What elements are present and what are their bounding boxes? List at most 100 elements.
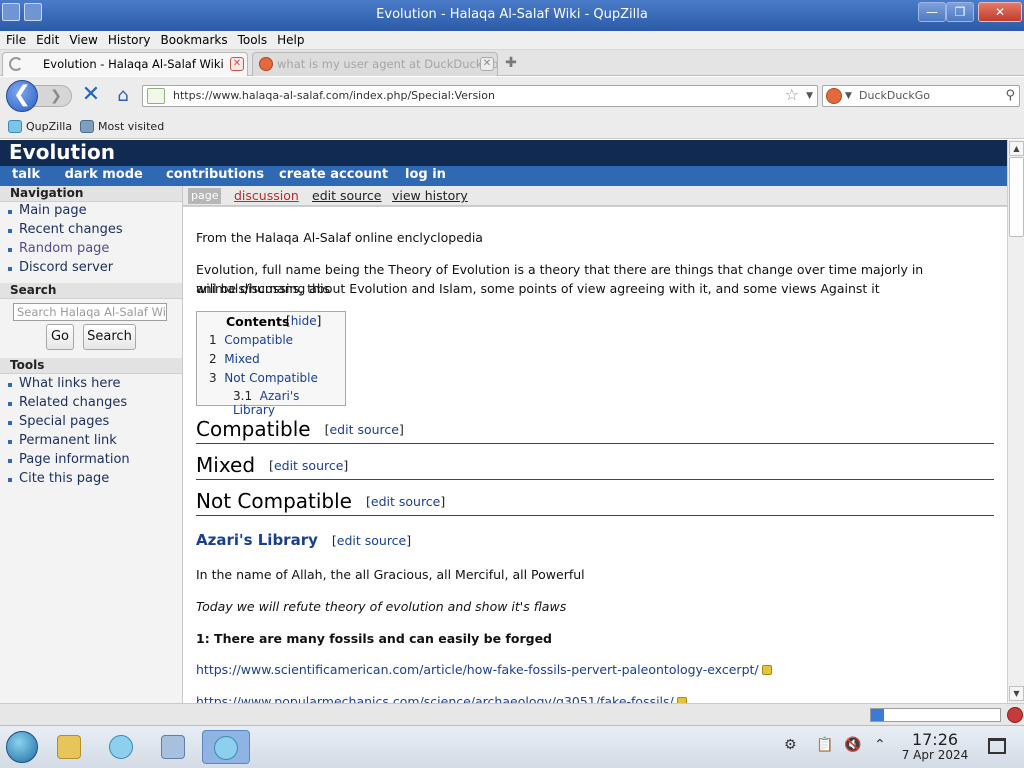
back-button[interactable]: ❮ (6, 80, 38, 112)
close-button[interactable]: ✕ (978, 2, 1022, 22)
nav-log-in[interactable]: log in (405, 167, 446, 182)
menu-tools[interactable]: Tools (232, 31, 272, 47)
sidebar-item-page-information[interactable]: Page information (8, 452, 130, 467)
menu-history[interactable]: History (102, 31, 155, 47)
new-tab-button[interactable]: ✚ (502, 55, 520, 73)
network-icon[interactable]: ⚙ (784, 737, 797, 753)
heading-text: Not Compatible (196, 489, 352, 513)
tab-evolution[interactable]: Evolution - Halaqa Al-Salaf Wiki ✕ (2, 52, 248, 76)
search-bar[interactable]: ▼ DuckDuckGo ⚲ (822, 85, 1020, 107)
taskbar-file-manager[interactable] (52, 730, 86, 764)
toc-item[interactable]: 1 Compatible (209, 333, 293, 347)
search-button[interactable]: Search (83, 324, 136, 350)
toc-item[interactable]: 3.1 Azari's Library (233, 389, 345, 417)
tab-page[interactable]: page (188, 188, 222, 204)
loading-progress (870, 708, 1001, 722)
sidebar-item-permanent-link[interactable]: Permanent link (8, 433, 117, 448)
edit-source-link[interactable]: edit source (371, 494, 440, 509)
menu-help[interactable]: Help (271, 31, 308, 47)
taskbar-system-settings[interactable] (156, 730, 190, 764)
nav-contributions[interactable]: contributions (166, 167, 264, 182)
navigation-heading: Navigation (0, 186, 182, 202)
menu-edit[interactable]: Edit (30, 31, 63, 47)
heading-mixed: Mixed [edit source] (196, 453, 994, 480)
stop-button[interactable]: ✕ (80, 84, 102, 106)
home-button[interactable]: ⌂ (112, 85, 134, 107)
sidebar-item-special-pages[interactable]: Special pages (7, 414, 109, 429)
search-heading: Search (0, 283, 182, 299)
address-bar[interactable]: https://www.halaqa-al-salaf.com/index.ph… (142, 85, 818, 107)
heading-not-compatible: Not Compatible [edit source] (196, 489, 994, 516)
url-text: https://www.halaqa-al-salaf.com/index.ph… (173, 89, 495, 102)
external-link[interactable]: https://www.popularmechanics.com/science… (196, 694, 687, 703)
page-scrollbar[interactable]: ▲ ▼ (1007, 140, 1024, 703)
progress-fill (871, 709, 884, 721)
external-link[interactable]: https://www.scientificamerican.com/artic… (196, 662, 772, 677)
tab-view-history[interactable]: view history (392, 188, 468, 203)
heading-text: Compatible (196, 417, 311, 441)
edit-source-link[interactable]: edit source (329, 422, 398, 437)
clipboard-icon[interactable]: 📋 (816, 737, 833, 753)
close-tab-icon[interactable]: ✕ (480, 57, 494, 71)
bookmark-most-visited[interactable]: Most visited (80, 120, 164, 133)
edit-source-link[interactable]: edit source (337, 533, 406, 548)
sidebar-item-related-changes[interactable]: Related changes (7, 395, 127, 410)
scroll-thumb[interactable] (1009, 157, 1024, 237)
folder-icon (57, 735, 81, 759)
clock[interactable]: 17:26 7 Apr 2024 (898, 731, 972, 762)
menu-file[interactable]: File (0, 31, 30, 47)
sidebar-item-main-page[interactable]: Main page (8, 203, 87, 218)
bookmark-star-icon[interactable]: ☆ (785, 85, 799, 105)
toc-label: Not Compatible (224, 371, 318, 385)
nav-talk[interactable]: talk (12, 167, 40, 182)
toc-num: 3 (209, 371, 217, 385)
menu-bookmarks[interactable]: Bookmarks (155, 31, 232, 47)
bookmark-label: Most visited (98, 120, 165, 133)
start-button[interactable] (6, 731, 38, 763)
edit-source-link[interactable]: edit source (274, 458, 343, 473)
bookmark-qupzilla[interactable]: QupZilla (8, 120, 72, 133)
nav-dark-mode[interactable]: dark mode (62, 167, 143, 182)
article-content: From the Halaqa Al-Salaf online enclyclo… (183, 206, 1007, 703)
heading-text: Azari's Library (196, 531, 318, 549)
toc-item[interactable]: 3 Not Compatible (209, 371, 318, 385)
forward-button[interactable]: ❯ (34, 85, 72, 107)
history-dropdown-icon[interactable]: ▼ (806, 86, 813, 106)
show-desktop-icon[interactable] (988, 738, 1006, 754)
sidebar-item-what-links-here[interactable]: What links here (7, 376, 120, 391)
tab-duckduckgo[interactable]: what is my user agent at DuckDuckGo ✕ (252, 52, 498, 76)
tab-discussion[interactable]: discussion (234, 188, 299, 203)
nav-create-account[interactable]: create account (279, 167, 388, 182)
taskbar-qupzilla[interactable] (104, 730, 138, 764)
scroll-up-icon[interactable]: ▲ (1009, 141, 1024, 156)
tools-heading: Tools (0, 358, 182, 374)
volume-muted-icon[interactable]: 🔇 (844, 737, 861, 753)
site-info-icon[interactable] (147, 88, 165, 104)
search-icon[interactable]: ⚲ (1005, 86, 1015, 106)
minimize-button[interactable]: — (918, 2, 946, 22)
site-title: Evolution (0, 140, 1007, 166)
maximize-button[interactable]: ❐ (946, 2, 974, 22)
taskbar-qupzilla-window[interactable] (202, 730, 250, 764)
duckduckgo-icon[interactable] (826, 88, 842, 104)
go-button[interactable]: Go (46, 324, 74, 350)
toc-item[interactable]: 2 Mixed (209, 352, 260, 366)
chevron-up-icon[interactable]: ⌃ (874, 737, 886, 753)
scroll-down-icon[interactable]: ▼ (1009, 686, 1024, 701)
menu-view[interactable]: View (63, 31, 101, 47)
adblock-icon[interactable] (1007, 707, 1023, 723)
sidebar-item-cite-this-page[interactable]: Cite this page (7, 471, 109, 486)
sidebar-item-discord-server[interactable]: Discord server (7, 260, 113, 275)
sidebar-item-recent-changes[interactable]: Recent changes (8, 222, 123, 237)
article-tagline: From the Halaqa Al-Salaf online enclyclo… (196, 230, 483, 245)
sidebar-item-random-page[interactable]: Random page (7, 241, 109, 256)
basmala: In the name of Allah, the all Gracious, … (196, 567, 585, 582)
search-input[interactable]: Search Halaqa Al-Salaf Wiki (13, 303, 167, 321)
bookmark-label: QupZilla (26, 120, 73, 133)
tab-edit-source[interactable]: edit source (312, 188, 381, 203)
close-tab-icon[interactable]: ✕ (230, 57, 244, 71)
chevron-down-icon[interactable]: ▼ (845, 86, 852, 106)
toc-hide-link[interactable]: hide (291, 314, 317, 328)
settings-icon (161, 735, 185, 759)
toc-num: 1 (209, 333, 217, 347)
